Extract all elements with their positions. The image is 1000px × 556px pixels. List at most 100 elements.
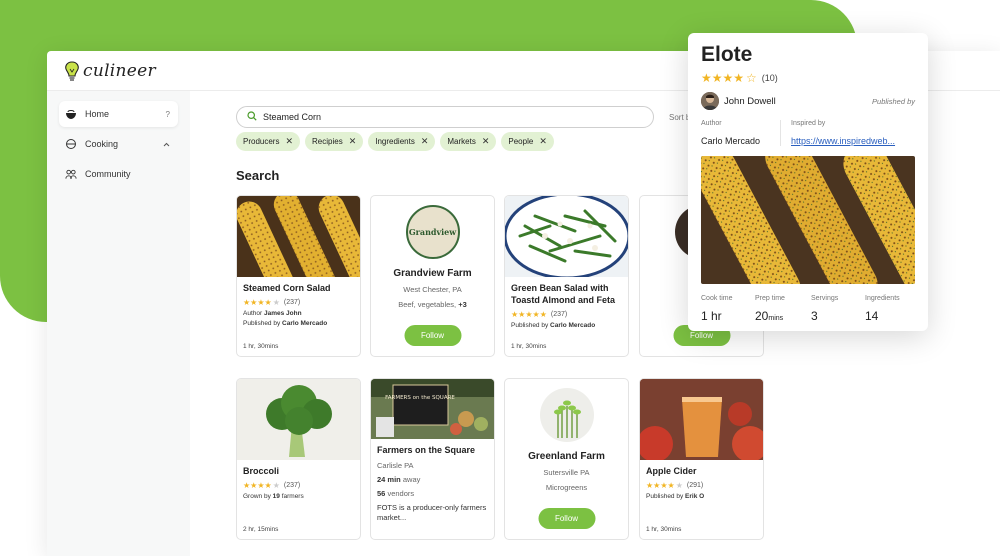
farmers-word: farmers	[281, 493, 304, 500]
chip-label: Producers	[243, 137, 280, 146]
close-icon[interactable]: ✕	[285, 136, 293, 147]
stat-value: 14	[865, 309, 900, 323]
publisher-name[interactable]: Carlo Mercado	[550, 322, 595, 329]
popup-rating-count: (10)	[761, 73, 778, 83]
farm-products: Microgreens	[545, 483, 588, 492]
popup-title: Elote	[701, 43, 753, 66]
market-title: Farmers on the Square	[377, 445, 476, 455]
popup-meta: Author Carlo Mercado Inspired by https:/…	[701, 120, 915, 146]
published-by-label: Published by	[872, 96, 915, 106]
stat-servings: Servings 3	[811, 295, 865, 323]
recipe-image	[237, 196, 360, 277]
popup-author-name[interactable]: John Dowell	[724, 96, 776, 107]
rating-count: (237)	[283, 299, 301, 306]
stat-ingredients: Ingredients 14	[865, 295, 900, 323]
sidebar-item-home[interactable]: Home ?	[59, 101, 178, 127]
stat-value: 20mins	[755, 309, 811, 323]
logo[interactable]: culineer	[63, 60, 156, 82]
bowl-icon	[65, 108, 77, 120]
stat-number: 20	[755, 309, 769, 323]
close-icon[interactable]: ✕	[539, 136, 547, 147]
stat-label: Ingredients	[865, 295, 900, 302]
ingredient-image	[237, 379, 360, 460]
farm-logo	[539, 388, 594, 442]
more-products[interactable]: +3	[458, 300, 467, 309]
popup-author-row: John Dowell Published by	[701, 92, 915, 110]
chip-ingredients[interactable]: Ingredients ✕	[368, 132, 436, 151]
publisher-line: Published by Carlo Mercado	[511, 322, 622, 329]
rating-stars: ★★★★★(237)	[243, 298, 301, 307]
close-icon[interactable]: ✕	[349, 136, 357, 147]
grown-label: Grown by	[243, 493, 271, 500]
avatar[interactable]	[701, 92, 719, 110]
chip-label: Markets	[447, 137, 476, 146]
inspired-link[interactable]: https://www.inspiredweb...	[791, 136, 895, 146]
farm-card-greenland[interactable]: Greenland Farm Sutersville PA Microgreen…	[504, 378, 629, 540]
sidebar-item-label: Home	[85, 109, 110, 119]
publisher-line: Published by Carlo Mercado	[243, 320, 354, 327]
popup-inspired-col: Inspired by https://www.inspiredweb...	[781, 120, 895, 146]
recipe-card-apple-cider[interactable]: Apple Cider ★★★★ ★ (291) Published by Erik…	[639, 378, 764, 540]
author-value[interactable]: Carlo Mercado	[701, 136, 780, 146]
rating-count: (291)	[686, 482, 704, 489]
follow-button[interactable]: Follow	[538, 508, 595, 529]
lightbulb-icon	[65, 60, 79, 81]
farm-name: Grandview Farm	[393, 268, 472, 279]
rating-stars: ★★★★★(237)	[511, 310, 568, 319]
follow-button[interactable]: Follow	[404, 325, 461, 346]
close-icon[interactable]: ✕	[482, 136, 490, 147]
sidebar-item-label: Cooking	[85, 139, 119, 149]
farm-card-grandview[interactable]: Grandview Grandview Farm West Chester, P…	[370, 195, 495, 357]
chip-producers[interactable]: Producers ✕	[236, 132, 301, 151]
popup-author-col: Author Carlo Mercado	[701, 120, 781, 146]
chevron-up-icon[interactable]	[163, 140, 170, 149]
stat-label: Cook time	[701, 295, 733, 302]
popup-stats: Cook time 1 hr Prep time 20mins Servings…	[701, 295, 915, 323]
recipe-card-green-bean[interactable]: Green Bean Salad with Toastd Almond and …	[504, 195, 629, 357]
market-vendors: 56 vendors	[377, 489, 488, 498]
distance-label: away	[402, 475, 421, 484]
search-input[interactable]: Steamed Corn	[236, 106, 654, 128]
farm-name: Greenland Farm	[528, 451, 605, 462]
sidebar-item-cooking[interactable]: Cooking	[59, 131, 178, 157]
recipe-title: Green Bean Salad with Toastd Almond and …	[511, 283, 616, 305]
popup-rating-stars: ★★★★ ☆ (10)	[701, 71, 778, 85]
rating-stars: ★★★★ ★ (291)	[646, 481, 704, 490]
recipe-detail-popup: Elote ★★★★ ☆ (10) John Dowell Published by…	[688, 33, 928, 331]
recipe-time: 1 hr, 30mins	[511, 343, 547, 350]
market-card-farmers-square[interactable]: FARMERS on the SQUARE Farmers on the Squ…	[370, 378, 495, 540]
recipe-time: 1 hr, 30mins	[646, 526, 682, 533]
rating-count: (237)	[283, 482, 301, 489]
rating-stars: ★★★★★(237)	[243, 481, 301, 490]
publisher-name[interactable]: Erik O	[685, 493, 704, 500]
close-icon[interactable]: ✕	[421, 136, 429, 147]
chip-label: People	[508, 137, 534, 146]
farm-location: Sutersville PA	[543, 468, 590, 477]
author-name[interactable]: James John	[264, 310, 302, 317]
market-image: FARMERS on the SQUARE	[371, 379, 494, 439]
products-text: Beef, vegetables,	[398, 300, 457, 309]
sidebar-item-community[interactable]: Community	[59, 161, 178, 187]
vendor-label: vendors	[387, 489, 415, 498]
ingredient-card-broccoli[interactable]: Broccoli ★★★★ ★ (237) Grown by 19 farmers …	[236, 378, 361, 540]
ingredient-time: 2 hr, 15mins	[243, 526, 279, 533]
sidebar-item-label: Community	[85, 169, 131, 179]
inspired-label: Inspired by	[791, 120, 826, 127]
chip-label: Ingredients	[375, 137, 415, 146]
grown-by-line: Grown by 19 farmers	[243, 493, 354, 500]
recipe-title: Apple Cider	[646, 466, 697, 476]
chip-markets[interactable]: Markets ✕	[440, 132, 497, 151]
publisher-label: Published by	[511, 322, 549, 329]
farm-logo: Grandview	[405, 205, 460, 259]
stat-label: Prep time	[755, 295, 785, 302]
chip-people[interactable]: People ✕	[501, 132, 554, 151]
rating-count: (237)	[550, 311, 568, 318]
publisher-label: Published by	[646, 493, 684, 500]
publisher-name[interactable]: Carlo Mercado	[282, 320, 327, 327]
chip-recipies[interactable]: Recipies ✕	[305, 132, 364, 151]
brand-name: culineer	[83, 60, 156, 81]
stat-prep-time: Prep time 20mins	[755, 295, 811, 323]
market-location: Carlisle PA	[377, 461, 414, 470]
recipe-card-steamed-corn[interactable]: Steamed Corn Salad ★★★★ ★ (237) Author Jam…	[236, 195, 361, 357]
vendor-count: 56	[377, 489, 386, 498]
